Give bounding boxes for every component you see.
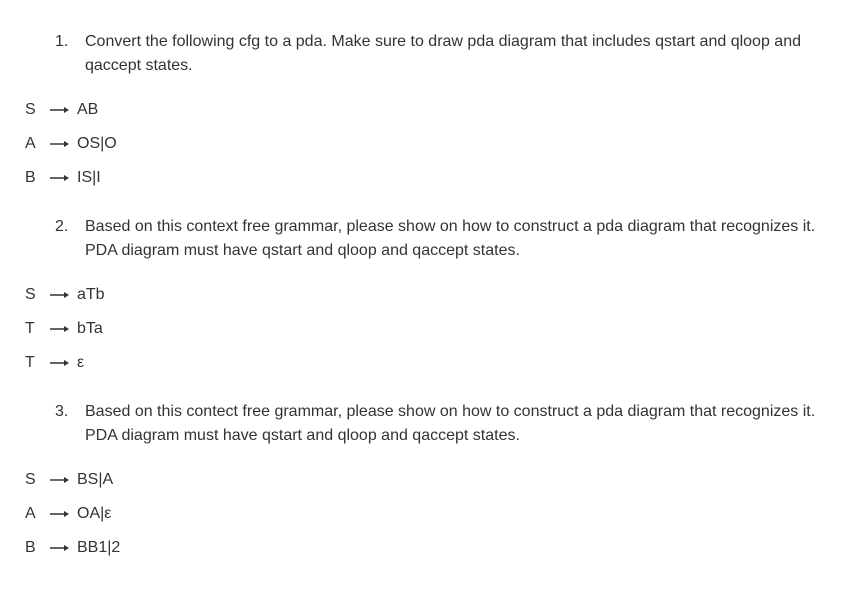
grammar-block-1: S AB A OS|O B IS|I [25, 98, 837, 190]
production-rhs: aTb [77, 283, 105, 307]
production-row: S aTb [25, 283, 837, 307]
production-rhs: BS|A [77, 468, 113, 492]
production-row: B BB1|2 [25, 536, 837, 560]
question-number: 3. [55, 400, 85, 448]
production-rhs: IS|I [77, 166, 101, 190]
production-row: A OS|O [25, 132, 837, 156]
production-rhs: OS|O [77, 132, 117, 156]
arrow-icon [49, 543, 69, 553]
grammar-block-3: S BS|A A OA|ε B BB1|2 [25, 468, 837, 560]
arrow-icon [49, 173, 69, 183]
production-row: B IS|I [25, 166, 837, 190]
production-row: T ε [25, 351, 837, 375]
arrow-icon [49, 358, 69, 368]
production-lhs: S [25, 98, 45, 122]
production-lhs: T [25, 351, 45, 375]
production-rhs: BB1|2 [77, 536, 120, 560]
production-rhs: bTa [77, 317, 103, 341]
production-lhs: T [25, 317, 45, 341]
question-3: 3. Based on this contect free grammar, p… [25, 400, 837, 448]
production-row: A OA|ε [25, 502, 837, 526]
question-number: 2. [55, 215, 85, 263]
production-row: T bTa [25, 317, 837, 341]
question-1: 1. Convert the following cfg to a pda. M… [25, 30, 837, 78]
arrow-icon [49, 324, 69, 334]
production-lhs: S [25, 283, 45, 307]
grammar-block-2: S aTb T bTa T ε [25, 283, 837, 375]
question-text: Based on this context free grammar, plea… [85, 215, 837, 263]
production-rhs: ε [77, 351, 84, 375]
question-number: 1. [55, 30, 85, 78]
production-row: S BS|A [25, 468, 837, 492]
production-lhs: S [25, 468, 45, 492]
arrow-icon [49, 475, 69, 485]
production-rhs: OA|ε [77, 502, 111, 526]
production-lhs: A [25, 132, 45, 156]
production-rhs: AB [77, 98, 98, 122]
arrow-icon [49, 105, 69, 115]
question-text: Based on this contect free grammar, plea… [85, 400, 837, 448]
arrow-icon [49, 290, 69, 300]
production-lhs: B [25, 536, 45, 560]
arrow-icon [49, 509, 69, 519]
production-lhs: B [25, 166, 45, 190]
question-2: 2. Based on this context free grammar, p… [25, 215, 837, 263]
production-row: S AB [25, 98, 837, 122]
production-lhs: A [25, 502, 45, 526]
question-text: Convert the following cfg to a pda. Make… [85, 30, 837, 78]
arrow-icon [49, 139, 69, 149]
